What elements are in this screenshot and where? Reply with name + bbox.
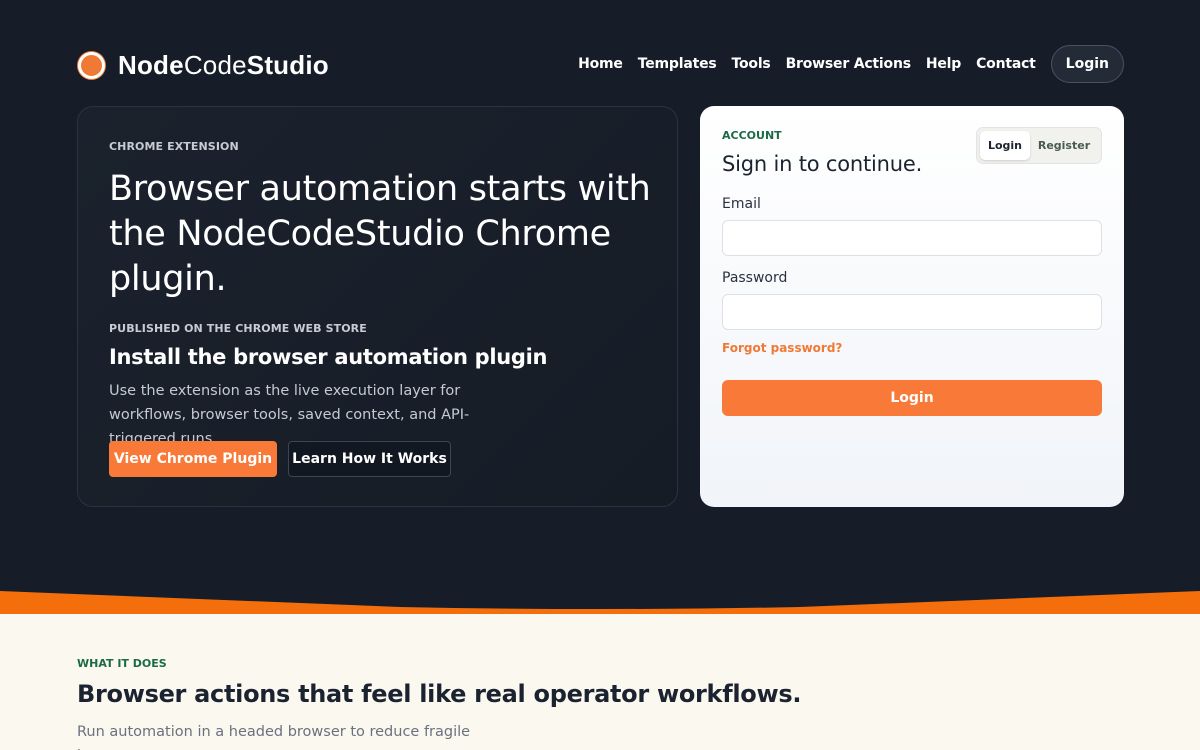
logo[interactable]: NodeCodeStudio [78, 50, 329, 81]
what-it-does-description: Run automation in a headed browser to re… [77, 724, 471, 750]
signin-title: Sign in to continue. [722, 152, 923, 176]
login-submit-button[interactable]: Login [722, 380, 1102, 416]
header-login-button[interactable]: Login [1050, 45, 1124, 83]
view-chrome-plugin-button[interactable]: View Chrome Plugin [109, 441, 277, 477]
account-eyebrow: ACCOUNT [722, 129, 782, 142]
login-card: ACCOUNT Sign in to continue. Login Regis… [700, 106, 1124, 507]
forgot-password-link[interactable]: Forgot password? [722, 341, 842, 355]
site-header: NodeCodeStudio Home Templates Tools Brow… [78, 44, 1124, 84]
logo-text-studio: Studio [246, 50, 329, 80]
email-field[interactable] [722, 220, 1102, 256]
email-label: Email [722, 196, 761, 212]
nav-browser-actions[interactable]: Browser Actions [786, 56, 911, 72]
logo-text-node: Node [118, 50, 184, 80]
hero-title: Browser automation starts with the NodeC… [109, 169, 651, 299]
nav-contact[interactable]: Contact [976, 56, 1036, 72]
divider-orange-band [0, 591, 1200, 615]
nav-tools[interactable]: Tools [732, 56, 771, 72]
learn-how-it-works-button[interactable]: Learn How It Works [288, 441, 451, 477]
tab-register[interactable]: Register [1030, 131, 1098, 160]
hero-card: CHROME EXTENSION Browser automation star… [77, 106, 678, 507]
tab-login[interactable]: Login [980, 131, 1030, 160]
what-it-does-eyebrow: WHAT IT DOES [77, 657, 167, 670]
nav-help[interactable]: Help [926, 56, 961, 72]
nav-templates[interactable]: Templates [638, 56, 717, 72]
nav-home[interactable]: Home [578, 56, 623, 72]
hero-section: NodeCodeStudio Home Templates Tools Brow… [0, 0, 1200, 600]
logo-text: NodeCodeStudio [118, 50, 329, 81]
logo-circle-icon [78, 52, 105, 79]
what-it-does-section: WHAT IT DOES Browser actions that feel l… [0, 614, 1200, 750]
password-label: Password [722, 270, 788, 286]
auth-tab-toggle: Login Register [976, 127, 1102, 164]
logo-text-code: Code [183, 50, 247, 80]
what-it-does-title: Browser actions that feel like real oper… [77, 680, 802, 708]
hero-subtitle: Install the browser automation plugin [109, 345, 548, 369]
password-field[interactable] [722, 294, 1102, 330]
hero-eyebrow: CHROME EXTENSION [109, 140, 239, 153]
store-eyebrow: PUBLISHED ON THE CHROME WEB STORE [109, 322, 367, 335]
main-nav: Home Templates Tools Browser Actions Hel… [563, 44, 1124, 84]
